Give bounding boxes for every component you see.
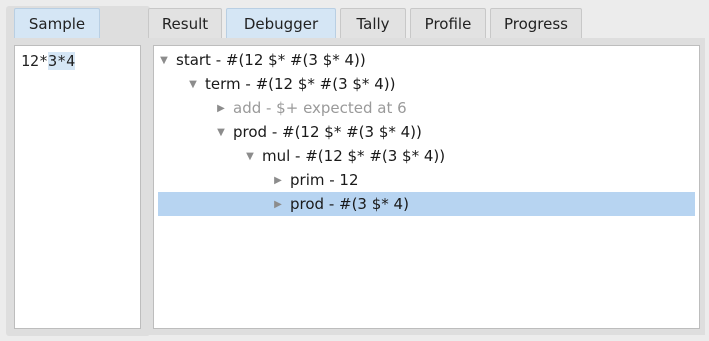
- tree-node-add[interactable]: ▶ add - $+ expected at 6: [154, 96, 699, 120]
- sample-input-text[interactable]: 12*3*4: [21, 52, 76, 70]
- tab-tally[interactable]: Tally: [340, 8, 406, 38]
- triangle-right-icon[interactable]: ▶: [271, 199, 285, 210]
- tab-progress[interactable]: Progress: [490, 8, 582, 38]
- tree-node-label: term - #(12 $* #(3 $* 4)): [205, 75, 396, 93]
- tree-node-label: prim - 12: [290, 171, 359, 189]
- tree-node-label: add - $+ expected at 6: [233, 99, 407, 117]
- sample-text-selection: 3*4: [48, 52, 76, 70]
- tree-node-term[interactable]: ▼ term - #(12 $* #(3 $* 4)): [154, 72, 699, 96]
- tree-node-label: prod - #(12 $* #(3 $* 4)): [233, 123, 422, 141]
- triangle-down-icon[interactable]: ▼: [157, 55, 171, 66]
- triangle-right-icon[interactable]: ▶: [271, 175, 285, 186]
- tab-debugger[interactable]: Debugger: [226, 8, 336, 38]
- sample-text-prefix: 12*: [21, 52, 49, 70]
- tree-node-label: mul - #(12 $* #(3 $* 4)): [262, 147, 446, 165]
- triangle-down-icon[interactable]: ▼: [214, 127, 228, 138]
- tree-node-label: prod - #(3 $* 4): [290, 195, 409, 213]
- tree-node-label: start - #(12 $* #(3 $* 4)): [176, 51, 366, 69]
- sample-editor[interactable]: 12*3*4: [14, 45, 141, 329]
- tree-node-prod[interactable]: ▼ prod - #(12 $* #(3 $* 4)): [154, 120, 699, 144]
- triangle-right-icon[interactable]: ▶: [214, 103, 228, 114]
- tree-node-prim[interactable]: ▶ prim - 12: [154, 168, 699, 192]
- tab-profile[interactable]: Profile: [410, 8, 486, 38]
- tree-node-prod-selected[interactable]: ▶ prod - #(3 $* 4): [158, 192, 695, 216]
- tree-node-start[interactable]: ▼ start - #(12 $* #(3 $* 4)): [154, 48, 699, 72]
- tab-result[interactable]: Result: [148, 8, 222, 38]
- tab-sample[interactable]: Sample: [14, 8, 100, 38]
- triangle-down-icon[interactable]: ▼: [186, 79, 200, 90]
- tree-node-mul[interactable]: ▼ mul - #(12 $* #(3 $* 4)): [154, 144, 699, 168]
- debugger-tree[interactable]: ▼ start - #(12 $* #(3 $* 4)) ▼ term - #(…: [153, 45, 700, 329]
- triangle-down-icon[interactable]: ▼: [243, 151, 257, 162]
